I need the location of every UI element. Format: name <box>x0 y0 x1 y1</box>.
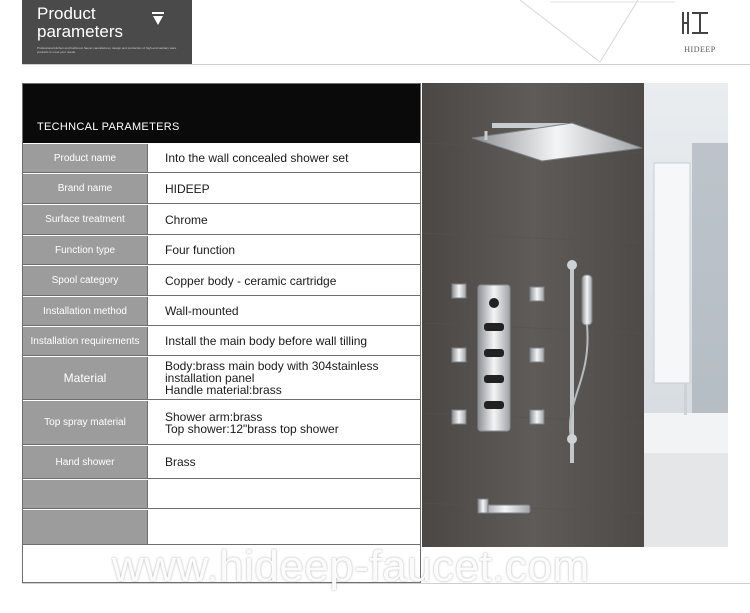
table-row: Material Body:brass main body with 304st… <box>23 357 420 400</box>
row-label <box>23 480 148 508</box>
page-title: Product parameters <box>37 5 123 41</box>
row-label: Installation method <box>23 297 148 325</box>
table-row: Installation method Wall-mounted <box>23 297 420 326</box>
row-value: HIDEEP <box>165 181 210 196</box>
table-row: Spool category Copper body - ceramic car… <box>23 266 420 296</box>
table-row: Function type Four function <box>23 236 420 265</box>
table-row: Surface treatment Chrome <box>23 205 420 235</box>
table-heading-bar: TECHNCAL PARAMETERS <box>23 84 420 143</box>
row-label: Spool category <box>23 266 148 295</box>
row-label <box>23 510 148 544</box>
row-value: Install the main body before wall tillin… <box>165 334 368 348</box>
product-photo <box>422 83 728 547</box>
row-value: Four function <box>165 243 236 257</box>
header-subtitle: Professional kitchen and bathroom faucet… <box>37 46 177 54</box>
table-row: Installation requirements Install the ma… <box>23 327 420 356</box>
row-label: Product name <box>23 144 148 172</box>
table-row: Brand name HIDEEP <box>23 174 420 204</box>
table-row: Hand shower Brass <box>23 446 420 479</box>
table-heading: TECHNCAL PARAMETERS <box>37 121 180 133</box>
row-value: Copper body - ceramic cartridge <box>165 273 337 288</box>
decorative-lines <box>520 0 675 63</box>
row-value: Into the wall concealed shower set <box>165 151 349 165</box>
row-label: Installation requirements <box>23 327 148 355</box>
row-label: Top spray material <box>23 401 148 444</box>
brand-logo: HIDEEP <box>680 8 720 54</box>
header-divider <box>22 64 750 65</box>
page-title-line2: parameters <box>37 22 123 41</box>
page-title-line1: Product <box>37 4 96 23</box>
row-value: Chrome <box>165 212 208 227</box>
table-row: Product name Into the wall concealed sho… <box>23 144 420 173</box>
table-row: Top spray material Shower arm:brass Top … <box>23 401 420 445</box>
table-row <box>23 480 420 509</box>
row-label: Function type <box>23 236 148 264</box>
row-label: Surface treatment <box>23 205 148 234</box>
row-value <box>149 480 420 508</box>
row-value: Wall-mounted <box>165 304 239 318</box>
row-label: Brand name <box>23 174 148 203</box>
row-value: Brass <box>165 455 196 469</box>
table-row <box>23 510 420 545</box>
down-triangle-icon <box>152 12 164 29</box>
row-value <box>149 510 420 544</box>
row-label: Hand shower <box>23 446 148 478</box>
watermark: www.hideep-faucet.com <box>112 542 590 591</box>
parameters-table: TECHNCAL PARAMETERS Product name Into th… <box>22 83 421 583</box>
row-label: Material <box>23 357 148 399</box>
logo-text: HIDEEP <box>684 45 716 54</box>
row-value: Body:brass main body with 304stainless i… <box>165 359 379 397</box>
hideep-logo-icon <box>682 12 708 34</box>
row-value: Shower arm:brass Top shower:12"brass top… <box>165 409 339 436</box>
